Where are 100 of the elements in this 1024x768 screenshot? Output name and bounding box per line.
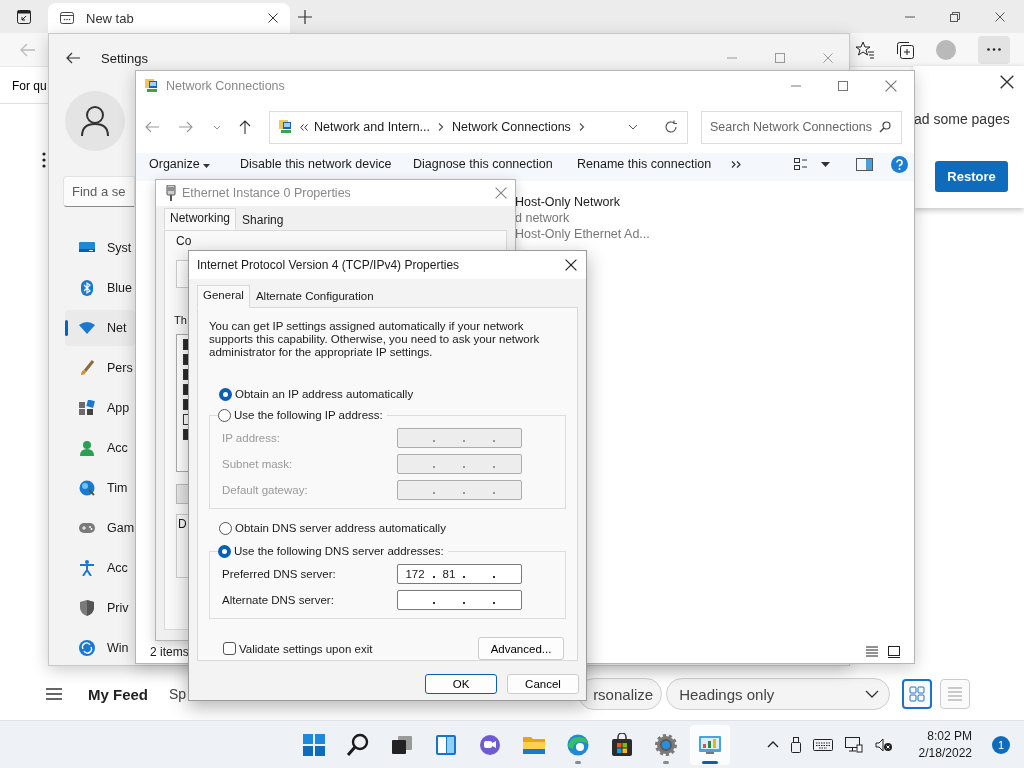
checkbox[interactable]: Validate settings upon exit bbox=[223, 641, 373, 656]
favorites-icon[interactable] bbox=[856, 40, 874, 59]
browser-tab[interactable]: New tab bbox=[48, 3, 290, 33]
close-icon[interactable] bbox=[268, 13, 278, 23]
checkbox[interactable] bbox=[183, 429, 188, 440]
details-view-icon[interactable] bbox=[866, 646, 878, 657]
ip-address-field[interactable]: 172 81 bbox=[397, 564, 522, 584]
clock-time[interactable]: 8:02 PM bbox=[927, 729, 972, 743]
view-options-icon[interactable] bbox=[794, 158, 807, 170]
toolbar-button[interactable]: Rename this connection bbox=[577, 157, 731, 171]
settings-nav-item[interactable]: Net bbox=[65, 310, 135, 346]
feed-tab[interactable]: Sp bbox=[169, 686, 187, 702]
usb-drive-icon[interactable] bbox=[790, 736, 801, 753]
toolbar-button[interactable]: Disable this network device bbox=[240, 157, 413, 171]
page-heading: For qu bbox=[12, 79, 47, 93]
dialog-button[interactable]: Cancel bbox=[507, 674, 579, 694]
view-dropdown[interactable]: Headings only bbox=[666, 678, 891, 710]
address-bar[interactable]: Network and Intern... Network Connections bbox=[269, 110, 688, 144]
toolbar-button[interactable]: Diagnose this connection bbox=[413, 157, 577, 171]
store-bag-icon[interactable] bbox=[610, 732, 634, 757]
back-arrow-icon[interactable] bbox=[66, 52, 80, 64]
search-field[interactable]: Search Network Connections bbox=[701, 110, 902, 144]
dialog-title: Ethernet Instance 0 Properties bbox=[182, 186, 351, 200]
recent-dropdown-icon[interactable] bbox=[213, 124, 221, 130]
settings-nav-item[interactable]: Syst bbox=[65, 230, 135, 266]
widgets-icon[interactable] bbox=[434, 732, 458, 757]
group-label: D bbox=[178, 517, 187, 531]
toolbar-button[interactable]: Organize bbox=[149, 157, 240, 171]
field-label: Preferred DNS server: bbox=[222, 568, 337, 580]
close-icon[interactable] bbox=[995, 11, 1005, 22]
maximize-icon[interactable] bbox=[838, 81, 848, 91]
browser-icon[interactable] bbox=[566, 732, 590, 757]
tab-actions-icon[interactable] bbox=[17, 9, 31, 24]
settings-nav-item[interactable]: Tim bbox=[65, 470, 135, 506]
radio-button[interactable]: Use the following DNS server addresses: bbox=[218, 544, 448, 558]
connection-name[interactable]: Host-Only Network bbox=[515, 195, 650, 209]
radio-button[interactable]: Use the following IP address: bbox=[218, 408, 387, 422]
tiles-view-icon[interactable] bbox=[888, 646, 900, 658]
caret-icon[interactable] bbox=[821, 161, 830, 167]
banner-text: ad some pages bbox=[914, 111, 1010, 127]
maximize-icon[interactable] bbox=[775, 53, 785, 63]
settings-nav-item[interactable]: Gam bbox=[65, 510, 135, 546]
search-field[interactable]: Find a se bbox=[63, 176, 135, 207]
taskbar-button[interactable] bbox=[690, 724, 730, 765]
field-label: Co bbox=[176, 234, 192, 248]
checkbox[interactable] bbox=[183, 384, 188, 395]
ip-address-field[interactable] bbox=[397, 590, 522, 610]
field-label: Subnet mask: bbox=[222, 458, 294, 470]
close-icon[interactable] bbox=[565, 259, 577, 271]
window-title: Network Connections bbox=[166, 79, 285, 93]
checkbox[interactable] bbox=[183, 369, 188, 380]
checkbox[interactable] bbox=[183, 414, 188, 425]
dialog-tab[interactable]: Alternate Configuration bbox=[249, 286, 380, 307]
feed-tab[interactable]: My Feed bbox=[88, 685, 150, 703]
radio-button[interactable]: Obtain an IP address automatically bbox=[219, 387, 566, 401]
checkbox[interactable] bbox=[183, 354, 188, 365]
dropdown-icon[interactable] bbox=[628, 124, 638, 130]
personalize-button[interactable]: rsonalize bbox=[578, 678, 663, 710]
checkbox[interactable] bbox=[183, 399, 188, 410]
refresh-icon[interactable] bbox=[664, 120, 678, 134]
settings-nav-item[interactable]: Blue bbox=[65, 270, 135, 306]
settings-nav-item[interactable]: Win bbox=[65, 630, 135, 666]
layout-button[interactable] bbox=[902, 679, 933, 709]
chat-icon[interactable] bbox=[478, 732, 502, 757]
breadcrumb-link[interactable]: Network Connections bbox=[452, 120, 571, 134]
settings-nav-item[interactable]: Priv bbox=[65, 590, 135, 626]
volume-muted-icon[interactable] bbox=[874, 737, 893, 752]
settings-nav-item[interactable]: Pers bbox=[65, 350, 135, 386]
dialog-tab[interactable]: Sharing bbox=[236, 210, 290, 230]
help-icon[interactable] bbox=[891, 155, 908, 173]
settings-nav-item[interactable]: Acc bbox=[65, 550, 135, 586]
dialog-tab[interactable]: General bbox=[197, 285, 250, 308]
gear-icon[interactable] bbox=[654, 732, 678, 757]
dialog-tab[interactable]: Networking bbox=[164, 208, 237, 230]
clock-date[interactable]: 2/18/2022 bbox=[918, 746, 972, 760]
advanced-button[interactable]: Advanced... bbox=[478, 637, 564, 660]
close-icon[interactable] bbox=[1000, 75, 1014, 89]
start-icon[interactable] bbox=[302, 732, 326, 757]
network-status-icon[interactable] bbox=[844, 736, 863, 753]
collections-icon[interactable] bbox=[896, 40, 914, 59]
restore-icon[interactable] bbox=[950, 11, 960, 22]
up-arrow-icon[interactable] bbox=[239, 120, 251, 134]
settings-nav-item[interactable]: Acc bbox=[65, 430, 135, 466]
chevron-up-icon[interactable] bbox=[766, 741, 779, 748]
checkbox[interactable] bbox=[183, 339, 188, 350]
search-icon[interactable] bbox=[346, 732, 370, 757]
new-tab-icon[interactable] bbox=[298, 9, 312, 24]
forward-arrow-icon[interactable] bbox=[179, 121, 193, 133]
breadcrumb-link[interactable]: Network and Intern... bbox=[314, 120, 431, 134]
settings-nav-item[interactable]: App bbox=[65, 390, 135, 426]
more-commands-icon[interactable] bbox=[731, 160, 741, 168]
vertical-dots-icon[interactable] bbox=[42, 152, 46, 168]
restore-button[interactable]: Restore bbox=[935, 161, 1008, 192]
notification-badge[interactable]: 1 bbox=[992, 735, 1010, 754]
radio-button[interactable]: Obtain DNS server address automatically bbox=[219, 521, 566, 535]
preview-pane-icon[interactable] bbox=[856, 157, 873, 171]
dialog-button[interactable]: OK bbox=[425, 674, 497, 694]
window-title: Settings bbox=[101, 50, 148, 66]
menu-icon[interactable] bbox=[46, 688, 62, 700]
keyboard-icon[interactable] bbox=[812, 738, 833, 751]
